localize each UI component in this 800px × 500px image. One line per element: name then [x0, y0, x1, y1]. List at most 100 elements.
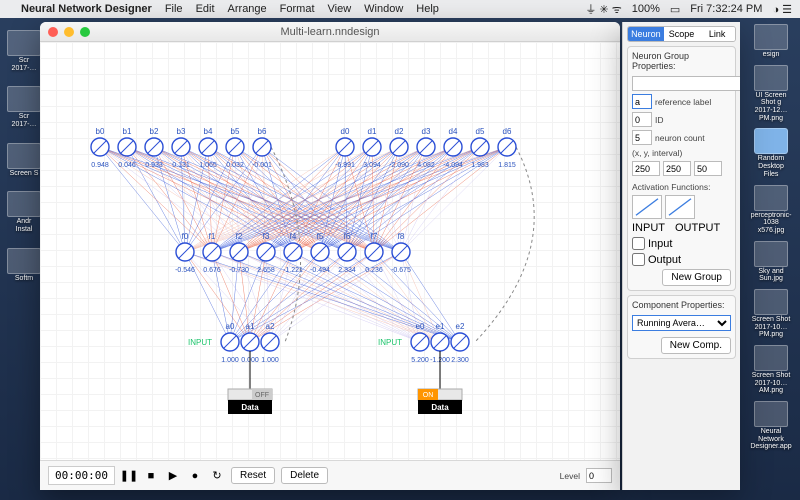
svg-text:b3: b3: [177, 127, 186, 136]
svg-text:Data: Data: [241, 403, 259, 412]
wifi-icon[interactable]: ⏚ ✳ ᯤ: [585, 1, 621, 17]
svg-text:a2: a2: [266, 322, 275, 331]
svg-text:f8: f8: [398, 232, 405, 241]
file-icon: [754, 345, 788, 371]
svg-text:ON: ON: [423, 392, 434, 399]
timecode: 00:00:00: [48, 466, 115, 485]
canvas[interactable]: b00.948b10.046b20.933b30.131b41.065b50.0…: [40, 42, 620, 460]
app-window: Multi-learn.nndesign b00.948b10.046b20.9…: [40, 22, 620, 490]
record-icon[interactable]: ●: [187, 468, 203, 484]
svg-text:b5: b5: [231, 127, 240, 136]
svg-text:1.000: 1.000: [261, 357, 279, 364]
tab-neuron[interactable]: Neuron: [628, 27, 664, 41]
menu-view[interactable]: View: [328, 3, 352, 15]
titlebar[interactable]: Multi-learn.nndesign: [40, 22, 620, 42]
af-in-label: INPUT: [632, 222, 665, 234]
comp-title: Component Properties:: [632, 300, 731, 310]
af-input-box[interactable]: [632, 195, 662, 219]
desktop-icon[interactable]: Screen Shot2017-10…PM.png: [749, 289, 793, 339]
desktop-icon[interactable]: perceptronic-1038x576.jpg: [749, 185, 793, 235]
svg-text:a1: a1: [246, 322, 255, 331]
svg-text:-1.221: -1.221: [283, 267, 303, 274]
svg-text:2.334: 2.334: [338, 267, 356, 274]
delete-button[interactable]: Delete: [281, 467, 328, 484]
af-output-box[interactable]: [665, 195, 695, 219]
file-icon: [754, 65, 788, 91]
svg-text:INPUT: INPUT: [378, 338, 402, 347]
app-name[interactable]: Neural Network Designer: [21, 3, 152, 15]
file-label: AndrInstal: [16, 218, 33, 233]
tab-scope[interactable]: Scope: [664, 27, 700, 41]
file-icon: [754, 401, 788, 427]
level-input[interactable]: [586, 468, 612, 483]
svg-text:1.815: 1.815: [498, 162, 516, 169]
file-icon: [7, 143, 41, 169]
svg-text:1.000: 1.000: [221, 357, 239, 364]
desktop-icon[interactable]: Random DesktopFiles: [749, 128, 793, 178]
count-label: neuron count: [655, 133, 705, 143]
menu-edit[interactable]: Edit: [196, 3, 215, 15]
svg-text:d3: d3: [422, 127, 431, 136]
network-diagram[interactable]: b00.948b10.046b20.933b30.131b41.065b50.0…: [40, 42, 620, 460]
panel-tabs: Neuron Scope Link: [627, 26, 736, 42]
output-checkbox[interactable]: Output: [632, 253, 731, 266]
desktop-icon[interactable]: esign: [749, 24, 793, 59]
svg-text:f7: f7: [371, 232, 378, 241]
desktop-right-icons: esign UI Screen Shot g2017-12…PM.png Rando…: [746, 24, 796, 451]
new-comp-button[interactable]: New Comp.: [661, 337, 731, 354]
battery-pct: 100%: [632, 3, 660, 15]
svg-text:0.046: 0.046: [118, 162, 136, 169]
group-title: Neuron Group Properties:: [632, 51, 731, 71]
ref-input[interactable]: [632, 94, 652, 109]
file-icon: [7, 86, 41, 112]
svg-text:b1: b1: [123, 127, 132, 136]
reload-icon[interactable]: ↻: [209, 468, 225, 484]
svg-text:f5: f5: [317, 232, 324, 241]
file-label: Screen S: [10, 170, 39, 178]
new-group-button[interactable]: New Group: [662, 269, 731, 286]
pause-icon[interactable]: ❚❚: [121, 468, 137, 484]
svg-text:f6: f6: [344, 232, 351, 241]
menu-file[interactable]: File: [165, 3, 183, 15]
user-icon[interactable]: ◑ ☰: [772, 3, 792, 16]
af-title: Activation Functions:: [632, 182, 731, 192]
file-label: perceptronic-1038x576.jpg: [749, 212, 793, 235]
x-input[interactable]: [632, 161, 660, 176]
desktop-icon[interactable]: Screen Shot2017-10…AM.png: [749, 345, 793, 395]
component-select[interactable]: Running Avera…: [632, 315, 731, 331]
tab-link[interactable]: Link: [699, 27, 735, 41]
menu-window[interactable]: Window: [364, 3, 403, 15]
reset-button[interactable]: Reset: [231, 467, 275, 484]
menu-format[interactable]: Format: [280, 3, 315, 15]
svg-text:d6: d6: [503, 127, 512, 136]
name-input[interactable]: [632, 76, 740, 91]
desktop-icon[interactable]: Neural NetworkDesigner.app: [749, 401, 793, 451]
clock[interactable]: Fri 7:32:24 PM: [690, 3, 762, 15]
play-icon[interactable]: ▶: [165, 468, 181, 484]
menu-help[interactable]: Help: [416, 3, 439, 15]
stop-icon[interactable]: ■: [143, 468, 159, 484]
file-icon: [7, 30, 41, 56]
svg-text:INPUT: INPUT: [188, 338, 212, 347]
svg-text:Data: Data: [431, 403, 449, 412]
menu-arrange[interactable]: Arrange: [228, 3, 267, 15]
inspector-panel: Neuron Scope Link Neuron Group Propertie…: [622, 22, 740, 490]
file-label: Screen Shot2017-10…AM.png: [749, 372, 793, 395]
svg-text:1.983: 1.983: [471, 162, 489, 169]
interval-input[interactable]: [694, 161, 722, 176]
svg-text:0.032: 0.032: [226, 162, 244, 169]
y-input[interactable]: [663, 161, 691, 176]
desktop-icon[interactable]: UI Screen Shot g2017-12…PM.png: [749, 65, 793, 123]
id-input[interactable]: [632, 112, 652, 127]
count-input[interactable]: [632, 130, 652, 145]
svg-text:0.131: 0.131: [172, 162, 190, 169]
desktop-icon[interactable]: Sky and Sun.jpg: [749, 241, 793, 283]
svg-text:b0: b0: [96, 127, 105, 136]
svg-text:f1: f1: [209, 232, 216, 241]
input-checkbox[interactable]: Input: [632, 237, 731, 250]
file-icon: [7, 191, 41, 217]
svg-text:d5: d5: [476, 127, 485, 136]
svg-text:OFF: OFF: [255, 392, 269, 399]
svg-text:0.236: 0.236: [365, 267, 383, 274]
svg-text:f3: f3: [263, 232, 270, 241]
